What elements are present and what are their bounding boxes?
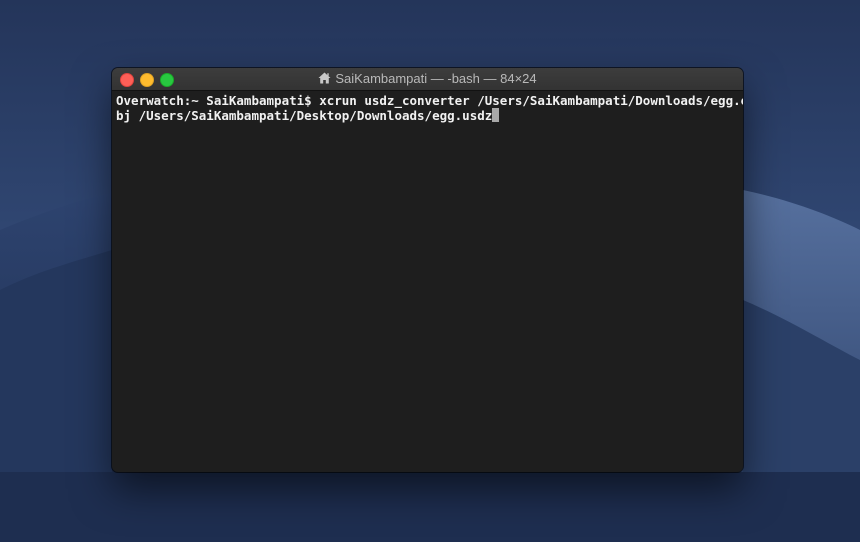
text-cursor <box>492 108 500 122</box>
terminal-line-text: Overwatch:~ SaiKambampati$ xcrun usdz_co… <box>116 93 743 108</box>
terminal-line: bj /Users/SaiKambampati/Desktop/Download… <box>116 108 739 123</box>
terminal-line: Overwatch:~ SaiKambampati$ xcrun usdz_co… <box>116 93 743 108</box>
home-icon <box>318 72 331 84</box>
terminal-window[interactable]: SaiKambampati — -bash — 84×24 Overwatch:… <box>112 68 743 472</box>
window-title-text: SaiKambampati — -bash — 84×24 <box>335 71 537 86</box>
window-titlebar[interactable]: SaiKambampati — -bash — 84×24 <box>112 68 743 91</box>
window-title: SaiKambampati — -bash — 84×24 <box>112 71 743 87</box>
terminal-output[interactable]: Overwatch:~ SaiKambampati$ xcrun usdz_co… <box>116 93 743 468</box>
terminal-line-text: bj /Users/SaiKambampati/Desktop/Download… <box>116 108 493 123</box>
